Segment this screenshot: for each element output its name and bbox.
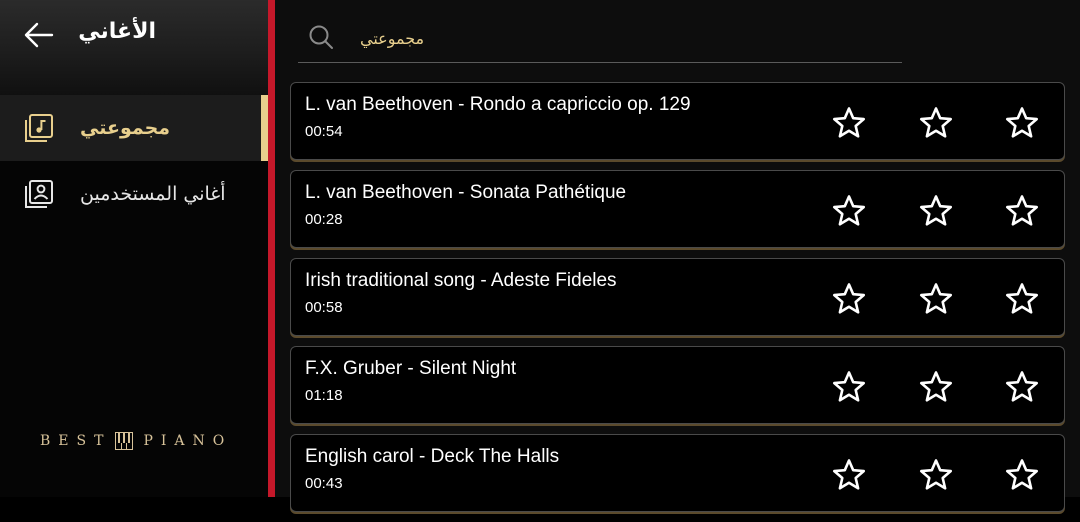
star-icon: [833, 283, 865, 314]
song-row[interactable]: English carol - Deck The Halls 00:43: [290, 434, 1065, 512]
best-piano-logo: BEST PIANO: [40, 428, 240, 454]
song-duration: 01:18: [305, 387, 343, 404]
song-duration: 00:43: [305, 475, 343, 492]
star-icon: [1006, 195, 1038, 226]
sidebar-divider: [268, 0, 275, 497]
music-collection-icon: [25, 114, 53, 142]
song-row[interactable]: L. van Beethoven - Rondo a capriccio op.…: [290, 82, 1065, 160]
song-title: English carol - Deck The Halls: [305, 446, 560, 467]
star-icon: [920, 459, 952, 490]
star-icon: [833, 371, 865, 402]
active-indicator: [261, 95, 268, 161]
song-title: Irish traditional song - Adeste Fideles: [305, 270, 617, 291]
search-icon: [309, 25, 333, 49]
star-icon: [833, 107, 865, 138]
star-icon: [920, 195, 952, 226]
song-row[interactable]: Irish traditional song - Adeste Fideles 0…: [290, 258, 1065, 336]
song-row[interactable]: L. van Beethoven - Sonata Pathétique 00:2…: [290, 170, 1065, 248]
star-icon: [920, 371, 952, 402]
song-list: L. van Beethoven - Rondo a capriccio op.…: [290, 82, 1065, 522]
star-icon: [1006, 371, 1038, 402]
sidebar-item-my-collection[interactable]: مجموعتي: [0, 95, 268, 161]
star-icon: [1006, 459, 1038, 490]
logo-text-right: PIANO: [143, 433, 233, 449]
sidebar-item-label: أغاني المستخدمين: [80, 183, 226, 205]
song-duration: 00:28: [305, 211, 343, 228]
star-icon: [1006, 107, 1038, 138]
arrow-left-icon[interactable]: [22, 18, 56, 52]
star-icon: [920, 107, 952, 138]
piano-keys-icon: [115, 432, 134, 450]
song-row[interactable]: F.X. Gruber - Silent Night 01:18: [290, 346, 1065, 424]
star-icon: [920, 283, 952, 314]
sidebar-header: الأغاني: [0, 0, 268, 96]
song-title: L. van Beethoven - Rondo a capriccio op.…: [305, 94, 691, 115]
song-duration: 00:58: [305, 299, 343, 316]
song-duration: 00:54: [305, 123, 343, 140]
star-icon: [833, 195, 865, 226]
song-title: L. van Beethoven - Sonata Pathétique: [305, 182, 627, 203]
sidebar-item-label: مجموعتي: [80, 117, 171, 139]
sidebar-item-user-songs[interactable]: أغاني المستخدمين: [0, 161, 268, 227]
star-icon: [833, 459, 865, 490]
search-input[interactable]: [358, 22, 462, 54]
page-title: الأغاني: [78, 19, 156, 44]
song-title: F.X. Gruber - Silent Night: [305, 358, 517, 379]
star-icon: [1006, 283, 1038, 314]
main-content: L. van Beethoven - Rondo a capriccio op.…: [275, 0, 1080, 512]
search-bar[interactable]: [298, 14, 902, 63]
sidebar: الأغاني مجموعتي أغاني المستخدمين BEST PI…: [0, 0, 268, 497]
user-songs-icon: [25, 180, 53, 208]
logo-text-left: BEST: [40, 433, 112, 449]
